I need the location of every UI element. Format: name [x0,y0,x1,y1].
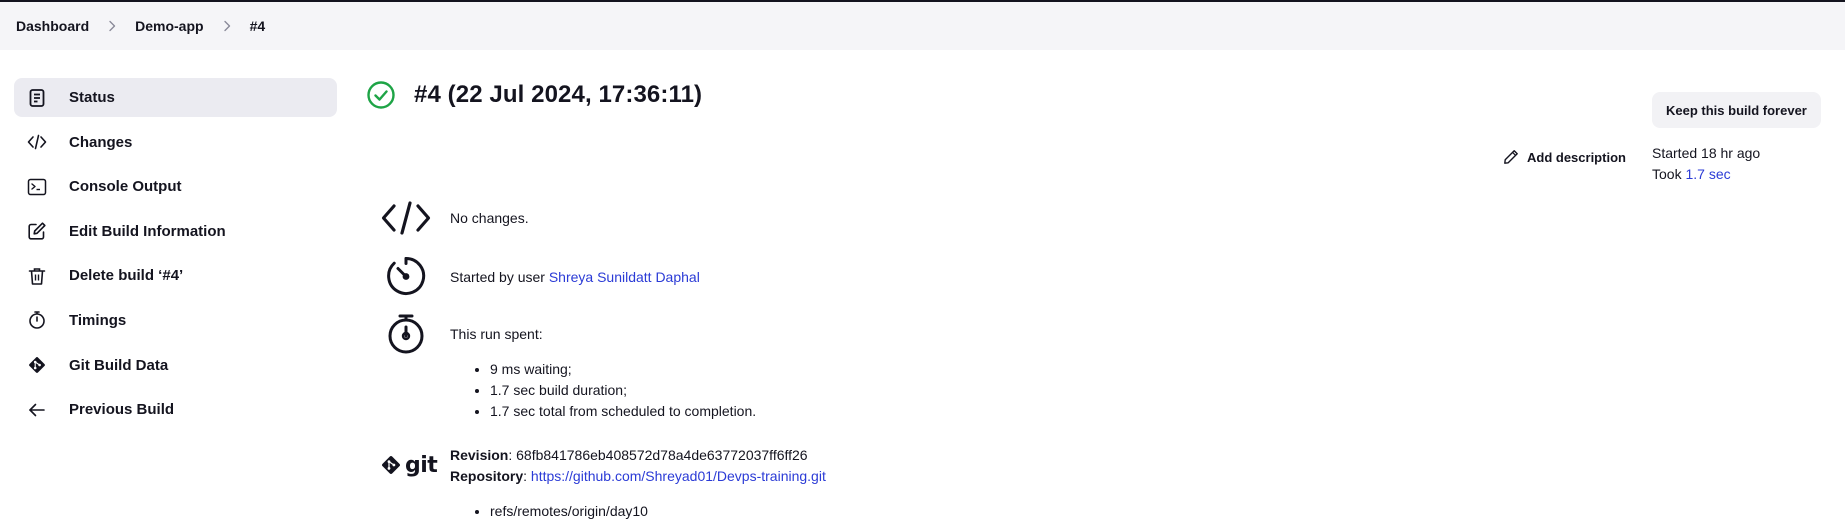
run-spent-summary: This run spent: 9 ms waiting; 1.7 sec bu… [380,314,756,419]
status-document-icon [26,87,48,109]
add-description-label: Add description [1527,149,1626,165]
keep-build-forever-button[interactable]: Keep this build forever [1652,92,1821,128]
pencil-icon [1504,150,1518,164]
clock-icon [380,256,432,296]
refs-list: refs/remotes/origin/day10 [450,501,826,522]
sidebar-item-previous-build[interactable]: Previous Build [14,390,337,429]
build-meta: Started 18 hr ago Took 1.7 sec [1652,143,1760,185]
breadcrumb: Dashboard Demo-app #4 [0,2,1845,50]
started-by-user-link[interactable]: Shreya Sunildatt Daphal [549,269,700,285]
sidebar-item-label: Previous Build [69,401,175,419]
run-spent-list: 9 ms waiting; 1.7 sec build duration; 1.… [450,359,756,422]
code-icon [380,198,432,238]
sidebar-item-git-build-data[interactable]: Git Build Data [14,346,337,385]
trash-icon [26,265,48,287]
git-logo-text: git [405,452,438,478]
build-header: #4 (22 Jul 2024, 17:36:11) [366,80,702,110]
sidebar-item-label: Edit Build Information [69,222,226,240]
sidebar-item-label: Changes [69,133,133,151]
git-icon [382,456,400,474]
add-description-button[interactable]: Add description [1503,149,1626,165]
started-by-text: Started by user Shreya Sunildatt Daphal [450,267,700,288]
list-item: refs/remotes/origin/day10 [490,501,826,522]
changes-summary: No changes. [380,198,529,238]
code-icon [26,131,48,153]
stopwatch-icon [26,309,48,331]
sidebar: Status Changes Console Output Edit Build… [14,78,337,435]
breadcrumb-demo-app[interactable]: Demo-app [135,16,203,36]
success-check-icon [367,81,395,109]
repository-link[interactable]: https://github.com/Shreyad01/Devps-train… [531,468,826,484]
stopwatch-icon [380,314,432,354]
edit-icon [26,220,48,242]
sidebar-item-label: Timings [69,311,127,329]
revision-value: : 68fb841786eb408572d78a4de63772037ff6ff… [508,447,808,463]
sidebar-item-label: Console Output [69,178,182,196]
chevron-right-icon [107,20,117,32]
sidebar-item-changes[interactable]: Changes [14,123,337,162]
terminal-icon [26,176,48,198]
repository-label: Repository [450,468,524,484]
list-item: 9 ms waiting; [490,359,756,380]
sidebar-item-label: Git Build Data [69,356,169,374]
sidebar-item-console-output[interactable]: Console Output [14,167,337,206]
started-by-summary: Started by user Shreya Sunildatt Daphal [380,256,700,296]
no-changes-text: No changes. [450,210,529,226]
list-item: 1.7 sec build duration; [490,380,756,401]
repository-line: Repository: https://github.com/Shreyad01… [450,466,826,487]
sidebar-item-timings[interactable]: Timings [14,301,337,340]
repository-separator: : [523,468,531,484]
sidebar-item-label: Delete build ‘#4’ [69,267,184,285]
started-ago: Started 18 hr ago [1652,145,1761,161]
started-by-label: Started by user [450,269,549,285]
revision-line: Revision: 68fb841786eb408572d78a4de63772… [450,445,826,466]
run-spent-details: This run spent: 9 ms waiting; 1.7 sec bu… [450,324,756,422]
git-summary: git Revision: 68fb841786eb408572d78a4de6… [380,445,826,519]
run-spent-label: This run spent: [450,326,543,342]
sidebar-item-label: Status [69,89,115,106]
list-item: 1.7 sec total from scheduled to completi… [490,401,756,422]
breadcrumb-dashboard[interactable]: Dashboard [16,16,89,36]
revision-label: Revision [450,447,509,463]
took-label: Took [1652,166,1686,182]
arrow-left-icon [26,399,48,421]
git-icon [26,354,48,376]
page-title: #4 (22 Jul 2024, 17:36:11) [414,81,703,108]
git-details: Revision: 68fb841786eb408572d78a4de63772… [450,445,826,522]
sidebar-item-status[interactable]: Status [14,78,337,117]
sidebar-item-edit-build-information[interactable]: Edit Build Information [14,212,337,251]
sidebar-item-delete-build[interactable]: Delete build ‘#4’ [14,256,337,295]
chevron-right-icon [222,20,232,32]
took-duration-link[interactable]: 1.7 sec [1685,166,1730,182]
took-duration: Took 1.7 sec [1652,164,1760,185]
breadcrumb-build-4[interactable]: #4 [250,16,266,36]
